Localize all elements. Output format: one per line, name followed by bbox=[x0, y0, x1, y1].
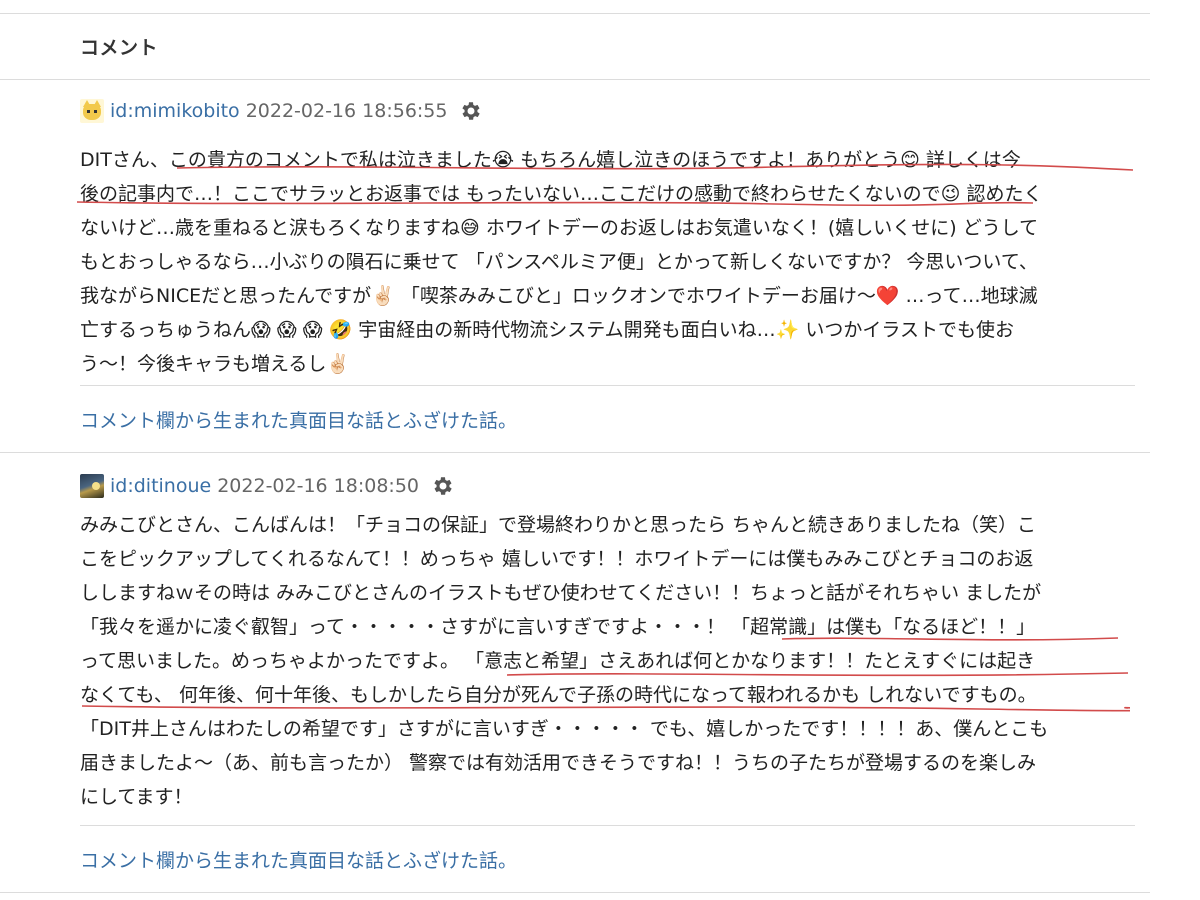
title-divider bbox=[0, 79, 1150, 80]
comment-header: id:ditinoue 2022-02-16 18:08:50 bbox=[80, 471, 455, 501]
cat-avatar-icon[interactable] bbox=[80, 99, 104, 123]
comment-timestamp: 2022-02-16 18:08:50 bbox=[217, 475, 420, 497]
comment-line: 届きましたよ〜（あ、前も言ったか） 警察では有効活用できそうですね！！うちの子た… bbox=[80, 752, 1037, 774]
comment-separator bbox=[0, 452, 1150, 453]
bottom-divider bbox=[0, 892, 1150, 893]
comment-divider bbox=[80, 385, 1135, 386]
comment-header: id:mimikobito 2022-02-16 18:56:55 bbox=[80, 96, 483, 126]
photo-avatar-icon[interactable] bbox=[80, 474, 104, 498]
gear-icon[interactable] bbox=[431, 474, 455, 498]
entry-link[interactable]: コメント欄から生まれた真面目な話とふざけた話。 bbox=[80, 846, 517, 873]
comment-line: こをピックアップしてくれるなんて！！めっちゃ 嬉しいです！！ホワイトデーには僕も… bbox=[80, 548, 1034, 570]
comment-line: もとおっしゃるなら…小ぶりの隕石に乗せて 「パンスペルミア便」とかって新しくない… bbox=[80, 251, 1038, 273]
comment-line: 「我々を遥かに凌ぐ叡智」って・・・・・さすがに言いすぎですよ・・・！ 「超常識」… bbox=[80, 616, 1036, 638]
comment-line: 後の記事内で…！ここでサラッとお返事では もったいない…ここだけの感動で終わらせ… bbox=[80, 183, 1043, 205]
comment-line: 「DIT井上さんはわたしの希望です」さすがに言いすぎ・・・・・ でも、嬉しかった… bbox=[80, 718, 1049, 740]
comment-line: なくても、 何年後、何十年後、もしかしたら自分が死んで子孫の時代になって報われる… bbox=[80, 684, 1037, 706]
top-divider bbox=[0, 13, 1150, 14]
comment-line: 亡するっちゅうねん😱 😱 😱 🤣 宇宙経由の新時代物流システム開発も面白いね…✨… bbox=[80, 319, 1014, 341]
comment-line: ないけど…歳を重ねると涙もろくなりますね😅 ホワイトデーのお返しはお気遣いなく！… bbox=[80, 217, 1039, 239]
user-id-link[interactable]: id:ditinoue bbox=[110, 475, 211, 497]
comment-line: にしてます！ bbox=[80, 786, 193, 808]
section-title: コメント bbox=[80, 37, 159, 59]
user-id-link[interactable]: id:mimikobito bbox=[110, 100, 240, 122]
entry-link[interactable]: コメント欄から生まれた真面目な話とふざけた話。 bbox=[80, 406, 517, 433]
comment-line: 我ながらNICEだと思ったんですが✌🏻 「喫茶みみこびと」ロックオンでホワイトデ… bbox=[80, 285, 1038, 307]
gear-icon[interactable] bbox=[459, 99, 483, 123]
comment-line: って思いました。めっちゃよかったですよ。 「意志と希望」さえあれば何とかなります… bbox=[80, 650, 1036, 672]
comment-line: みみこびとさん、こんばんは！「チョコの保証」で登場終わりかと思ったら ちゃんと続… bbox=[80, 514, 1037, 536]
comment-line: う〜！今後キャラも増えるし✌🏻 bbox=[80, 353, 351, 375]
comment-divider bbox=[80, 825, 1135, 826]
comment-timestamp: 2022-02-16 18:56:55 bbox=[245, 100, 448, 122]
comment-body: みみこびとさん、こんばんは！「チョコの保証」で登場終わりかと思ったら ちゃんと続… bbox=[80, 508, 1140, 814]
comment-line: DITさん、この貴方のコメントで私は泣きました😭 もちろん嬉し泣きのほうですよ！… bbox=[80, 149, 1021, 171]
comment-body: DITさん、この貴方のコメントで私は泣きました😭 もちろん嬉し泣きのほうですよ！… bbox=[80, 143, 1140, 381]
comment-line: ししますねｗその時は みみこびとさんのイラストもぜひ使わせてください！！ちょっと… bbox=[80, 582, 1042, 604]
